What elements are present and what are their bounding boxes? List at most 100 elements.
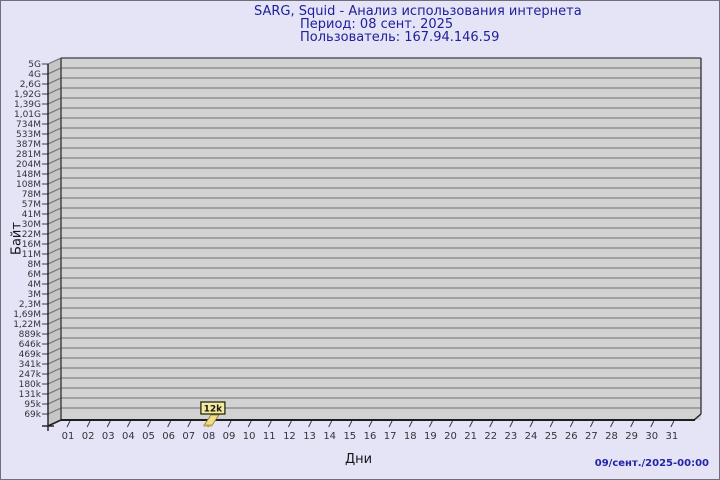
x-tick-label: 05 — [142, 431, 155, 442]
y-tick-label: 8M — [28, 260, 42, 270]
x-tick-label: 31 — [666, 431, 679, 442]
y-tick-label: 131k — [19, 390, 42, 400]
x-tick — [510, 421, 513, 427]
x-tick-label: 04 — [122, 431, 135, 442]
y-tick-label: 204M — [16, 160, 41, 170]
y-tick-label: 108M — [16, 180, 41, 190]
y-tick-label: 4M — [28, 280, 42, 290]
plot-area — [61, 58, 701, 420]
sarg-report-chart: SARG, Squid - Анализ использования интер… — [0, 0, 720, 480]
y-tick-label: 1,92G — [14, 90, 41, 100]
x-tick — [671, 421, 674, 427]
x-tick — [168, 421, 171, 427]
x-tick-label: 21 — [464, 431, 477, 442]
y-tick-label: 16M — [22, 240, 41, 250]
x-tick-label: 11 — [263, 431, 276, 442]
x-tick-label: 03 — [102, 431, 115, 442]
x-tick — [449, 421, 452, 427]
x-tick-label: 22 — [484, 431, 497, 442]
y-tick-label: 69k — [24, 410, 41, 420]
x-tick-label: 27 — [585, 431, 598, 442]
x-tick-label: 25 — [545, 431, 558, 442]
y-tick-label: 30M — [22, 220, 41, 230]
x-tick-label: 09 — [223, 431, 236, 442]
x-tick — [369, 421, 372, 427]
x-tick-label: 12 — [283, 431, 296, 442]
y-tick-label: 646k — [19, 340, 42, 350]
y-tick-label: 148M — [16, 170, 41, 180]
y-tick-label: 6M — [28, 270, 42, 280]
y-tick-label: 734M — [16, 120, 41, 130]
x-tick — [127, 421, 130, 427]
x-tick — [429, 421, 432, 427]
report-timestamp: 09/сент./2025-00:00 — [595, 458, 709, 469]
y-tick-label: 281M — [16, 150, 41, 160]
x-tick — [470, 421, 473, 427]
y-tick-label: 341k — [19, 360, 42, 370]
x-tick-label: 28 — [605, 431, 618, 442]
y-tick-label: 180k — [19, 380, 42, 390]
y-tick-label: 5G — [28, 60, 41, 70]
x-tick-label: 30 — [645, 431, 658, 442]
y-tick-label: 1,22M — [13, 320, 41, 330]
y-tick-label: 1,39G — [14, 100, 41, 110]
y-tick-label: 11M — [22, 250, 41, 260]
x-tick — [651, 421, 654, 427]
x-tick — [550, 421, 553, 427]
x-tick — [248, 421, 251, 427]
y-tick-label: 22M — [22, 230, 41, 240]
x-tick — [107, 421, 110, 427]
x-axis-title: Дни — [345, 452, 372, 467]
x-tick — [309, 421, 312, 427]
y-tick-label: 247k — [19, 370, 42, 380]
y-tick-label: 533M — [16, 130, 41, 140]
y-tick-label: 2,6G — [20, 80, 41, 90]
y-tick-label: 1,01G — [14, 110, 41, 120]
x-tick-label: 17 — [384, 431, 397, 442]
x-tick-label: 23 — [504, 431, 517, 442]
x-tick-label: 20 — [444, 431, 457, 442]
x-tick-label: 15 — [343, 431, 356, 442]
x-tick — [611, 421, 614, 427]
x-tick-label: 14 — [323, 431, 336, 442]
x-tick-label: 02 — [82, 431, 95, 442]
x-tick-label: 07 — [182, 431, 195, 442]
x-tick-label: 10 — [243, 431, 256, 442]
y-tick-label: 41M — [22, 210, 41, 220]
x-tick-label: 18 — [404, 431, 417, 442]
x-tick — [389, 421, 392, 427]
y-tick-label: 1,69M — [13, 310, 41, 320]
x-tick — [490, 421, 493, 427]
x-tick — [67, 421, 70, 427]
x-tick-label: 19 — [424, 431, 437, 442]
x-tick — [87, 421, 90, 427]
x-tick — [530, 421, 533, 427]
x-tick — [288, 421, 291, 427]
x-tick-label: 01 — [62, 431, 75, 442]
y-tick-label: 3M — [28, 290, 42, 300]
x-tick — [590, 421, 593, 427]
x-tick-label: 13 — [303, 431, 316, 442]
x-tick — [329, 421, 332, 427]
x-tick — [268, 421, 271, 427]
y-tick-label: 469k — [19, 350, 42, 360]
x-tick — [409, 421, 412, 427]
y-tick-label: 889k — [19, 330, 42, 340]
x-tick — [228, 421, 231, 427]
x-tick-label: 16 — [364, 431, 377, 442]
x-tick-label: 24 — [525, 431, 538, 442]
y-tick-label: 2,3M — [19, 300, 41, 310]
x-tick-label: 08 — [203, 431, 216, 442]
x-tick-label: 06 — [162, 431, 175, 442]
x-tick — [188, 421, 191, 427]
bar-chart-canvas: 5G4G2,6G1,92G1,39G1,01G734M533M387M281M2… — [1, 1, 720, 480]
x-tick-label: 29 — [625, 431, 638, 442]
x-tick-label: 26 — [565, 431, 578, 442]
y-tick-label: 57M — [22, 200, 41, 210]
bar-value-label: 12k — [204, 405, 224, 415]
x-tick — [349, 421, 352, 427]
x-tick — [570, 421, 573, 427]
y-tick-label: 4G — [28, 70, 41, 80]
x-tick — [631, 421, 634, 427]
y-tick-label: 95k — [24, 400, 41, 410]
